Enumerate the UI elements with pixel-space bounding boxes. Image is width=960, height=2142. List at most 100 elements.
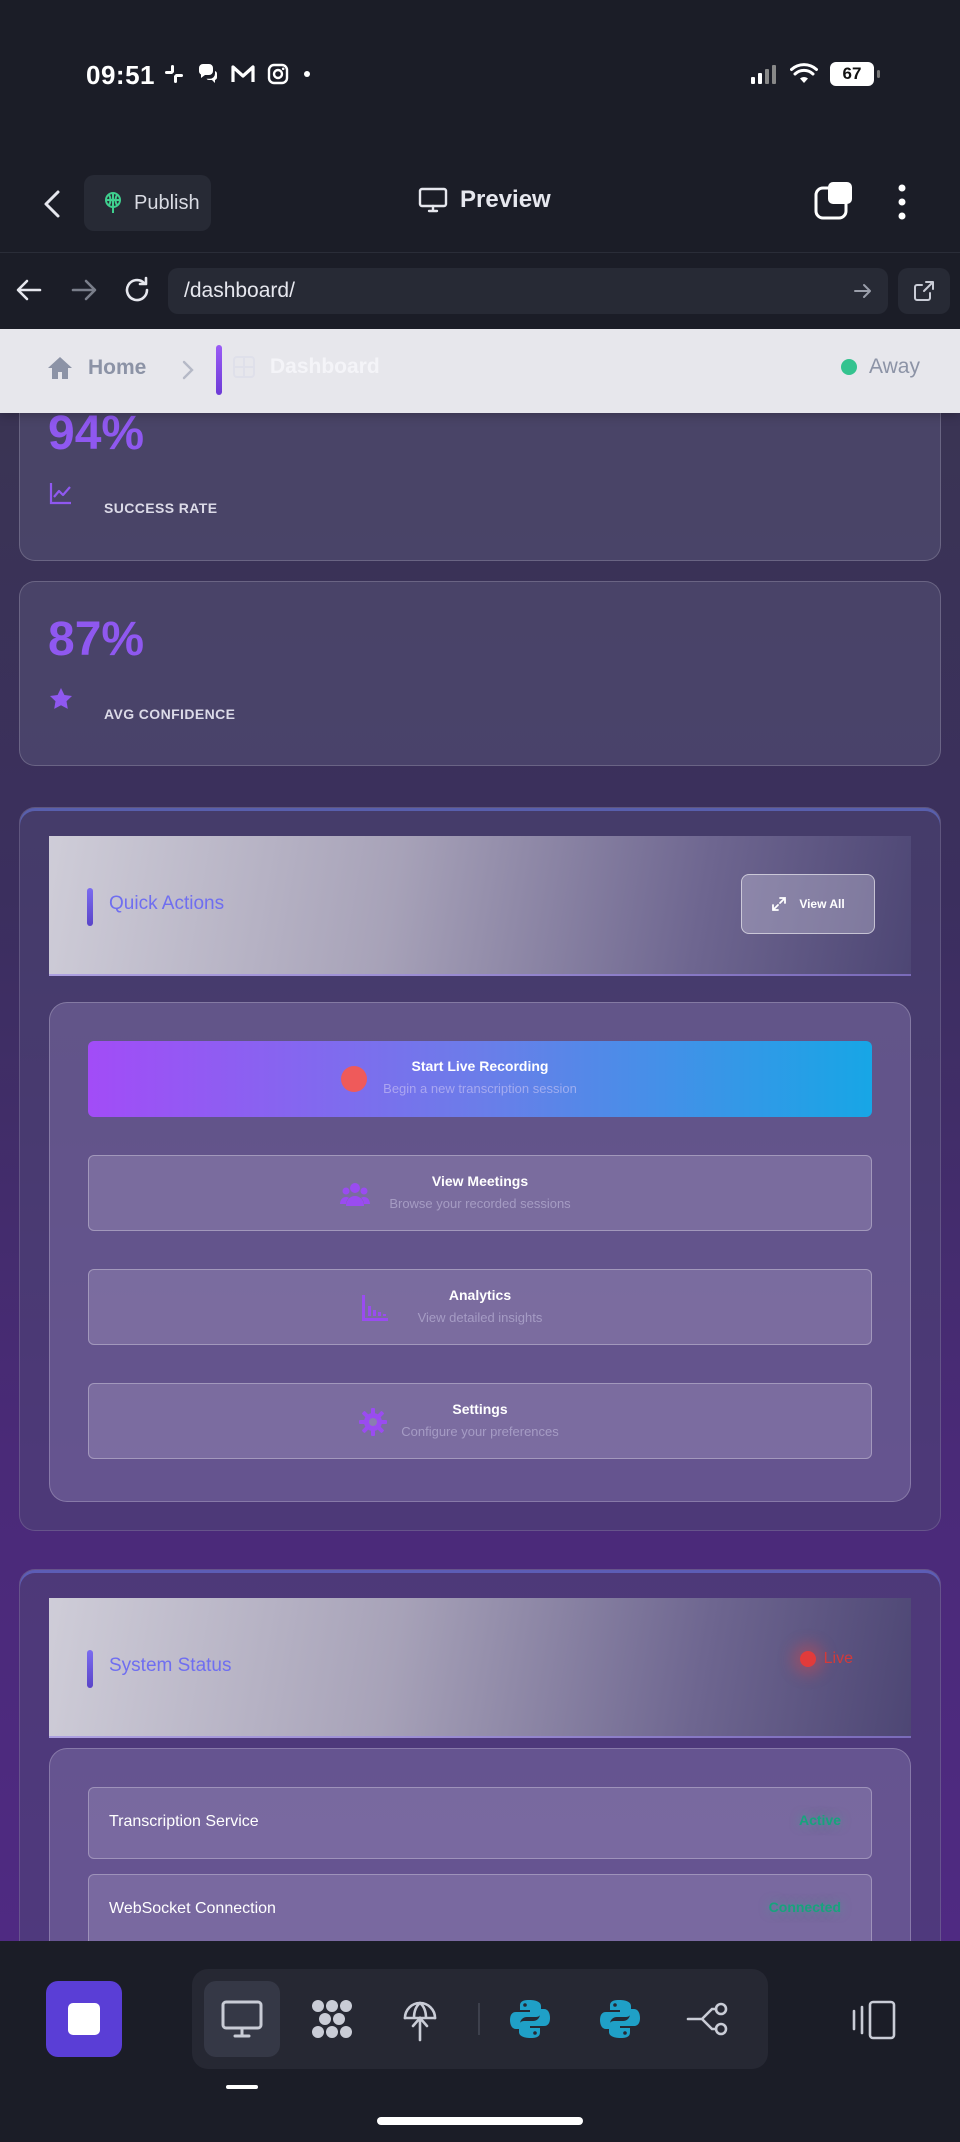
breadcrumb-accent-bar: [216, 345, 222, 395]
chat-bubbles-icon: [198, 64, 218, 83]
quick-actions-section: Quick Actions View All Start Live Record…: [19, 807, 941, 1531]
stop-icon: [68, 2003, 100, 2035]
preview-label: Preview: [460, 186, 551, 213]
bottom-dock: [0, 1941, 960, 2142]
quick-actions-header: Quick Actions View All: [49, 836, 911, 976]
action-subtitle: Configure your preferences: [401, 1424, 559, 1439]
action-title: Settings: [452, 1401, 508, 1417]
deploy-tool[interactable]: [382, 1981, 458, 2057]
clock: 09:51: [86, 60, 155, 90]
preview-toggle[interactable]: Preview: [418, 186, 551, 214]
branch-icon: [686, 2002, 728, 2036]
replit-tool[interactable]: [294, 1981, 370, 2057]
open-external-button[interactable]: [898, 268, 950, 314]
system-status-section: System Status Live Transcription Service…: [19, 1569, 941, 1941]
slack-icon: [165, 65, 183, 83]
more-vertical-icon[interactable]: [890, 182, 914, 222]
trend-chart-icon: [49, 483, 71, 505]
analytics-button[interactable]: Analytics View detailed insights: [88, 1269, 872, 1345]
stat-label: SUCCESS RATE: [104, 500, 218, 516]
section-title: Quick Actions: [109, 893, 225, 914]
signal-icon: [751, 65, 776, 84]
presence-label: Away: [869, 355, 920, 378]
section-title: System Status: [109, 1655, 232, 1676]
stat-value: 94%: [48, 407, 145, 460]
url-input[interactable]: /dashboard/: [168, 268, 888, 314]
back-chevron-icon[interactable]: [38, 188, 70, 220]
stat-card-avg-confidence: 87% AVG CONFIDENCE: [19, 581, 941, 766]
action-subtitle: View detailed insights: [417, 1310, 543, 1325]
url-toolbar: /dashboard/: [0, 252, 960, 328]
chevron-right-icon: [182, 360, 194, 380]
status-label: WebSocket Connection: [109, 1900, 276, 1917]
stop-button[interactable]: [46, 1981, 122, 2057]
home-icon: [48, 357, 72, 379]
action-subtitle: Browse your recorded sessions: [389, 1196, 571, 1211]
presence-status[interactable]: Away: [841, 355, 920, 379]
gmail-m-icon: [231, 65, 255, 82]
publish-label: Publish: [134, 191, 200, 214]
view-all-label: View All: [799, 897, 845, 911]
external-link-icon: [914, 281, 934, 301]
breadcrumb-home[interactable]: Home: [46, 355, 146, 381]
publish-button[interactable]: Publish: [84, 175, 211, 231]
publish-icon: [105, 192, 121, 213]
breadcrumb-home-label: Home: [88, 356, 147, 379]
dashboard-grid-icon: [233, 356, 255, 378]
live-badge: Live: [799, 1650, 853, 1668]
status-label: Transcription Service: [109, 1813, 259, 1830]
notification-icons: [162, 62, 314, 86]
status-row-transcription: Transcription Service Active: [88, 1787, 872, 1859]
status-bar: 09:51 67: [0, 0, 960, 150]
status-badge: Connected: [768, 1899, 841, 1915]
quick-actions-list: Start Live Recording Begin a new transcr…: [49, 1002, 911, 1502]
wifi-icon: [790, 63, 818, 83]
settings-button[interactable]: Settings Configure your preferences: [88, 1383, 872, 1459]
active-tool-indicator: [226, 2085, 258, 2089]
browser-forward-icon[interactable]: [69, 275, 99, 305]
action-title: View Meetings: [431, 1173, 529, 1189]
desktop-tool[interactable]: [204, 1981, 280, 2057]
action-title: Start Live Recording: [411, 1058, 549, 1074]
breadcrumb: Home Dashboard Away: [0, 329, 960, 413]
action-subtitle: Begin a new transcription session: [383, 1081, 577, 1096]
view-all-button[interactable]: View All: [741, 874, 875, 934]
live-label: Live: [823, 1650, 853, 1667]
dock-tools: [192, 1969, 768, 2069]
python-tool-2[interactable]: [582, 1981, 658, 2057]
python-tool-1[interactable]: [492, 1981, 568, 2057]
expand-icon: [772, 897, 787, 911]
view-meetings-button[interactable]: View Meetings Browse your recorded sessi…: [88, 1155, 872, 1231]
go-arrow-icon[interactable]: [852, 280, 874, 302]
browser-back-icon[interactable]: [14, 275, 44, 305]
git-tool[interactable]: [670, 1981, 746, 2057]
tabs-icon[interactable]: [814, 180, 854, 220]
app-header: Publish Preview: [0, 160, 960, 252]
presence-dot: [841, 359, 858, 375]
instagram-icon: [267, 63, 289, 85]
section-accent-bar: [87, 888, 93, 926]
python-icon: [510, 2000, 550, 2038]
system-status-header: System Status Live: [49, 1598, 911, 1738]
breadcrumb-current: Dashboard: [232, 355, 380, 379]
stat-value: 87%: [48, 613, 145, 666]
monitor-icon: [221, 2000, 263, 2038]
home-indicator: [377, 2117, 583, 2125]
status-row-websocket: WebSocket Connection Connected: [88, 1874, 872, 1941]
cluster-icon: [312, 2000, 352, 2038]
start-live-recording-button[interactable]: Start Live Recording Begin a new transcr…: [88, 1041, 872, 1117]
live-dot: [799, 1651, 816, 1667]
side-panel-icon[interactable]: [850, 1999, 898, 2041]
star-icon: [50, 688, 72, 709]
reload-icon[interactable]: [122, 275, 152, 305]
monitor-icon: [418, 187, 448, 213]
dot-icon: [304, 71, 310, 77]
dock-divider: [478, 2003, 480, 2035]
battery-indicator: 67: [830, 62, 880, 86]
web-view: Home Dashboard Away 94% SUCCESS RATE 87%…: [0, 329, 960, 1941]
status-badge: Active: [798, 1812, 841, 1828]
action-title: Analytics: [448, 1287, 512, 1303]
stat-label: AVG CONFIDENCE: [104, 706, 236, 722]
section-accent-bar: [87, 1650, 93, 1688]
system-status-list: Transcription Service Active WebSocket C…: [49, 1748, 911, 1941]
